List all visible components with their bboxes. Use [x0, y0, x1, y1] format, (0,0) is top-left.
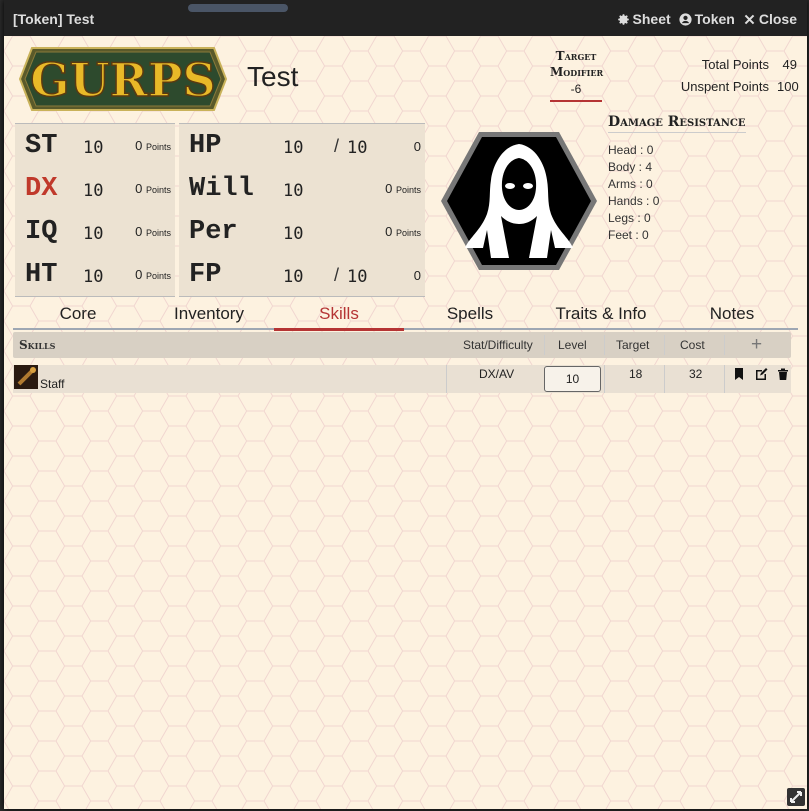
dr-arms: Arms : 0 — [608, 177, 653, 191]
skill-level-input[interactable]: 10 — [544, 366, 601, 392]
skill-stat: DX/AV — [479, 367, 515, 381]
unspent-points-value: 100 — [777, 79, 799, 94]
damage-resistance-title: Damage Resistance — [608, 114, 746, 133]
attr-per[interactable]: Per 10 0 Points — [179, 210, 425, 253]
attr-max[interactable]: 10 — [347, 138, 367, 158]
token-portrait[interactable] — [439, 130, 599, 272]
attr-iq[interactable]: IQ 10 0 Points — [15, 210, 175, 253]
attr-abbr: HP — [189, 131, 222, 161]
attr-value[interactable]: 10 — [283, 267, 303, 287]
resize-icon — [790, 791, 802, 803]
tab-inventory[interactable]: Inventory — [144, 304, 274, 328]
attr-abbr: Will — [189, 174, 254, 204]
sheet-label: Sheet — [632, 11, 671, 27]
attr-abbr: IQ — [25, 217, 58, 247]
attr-points: 0 Points — [135, 224, 171, 239]
attr-abbr: ST — [25, 131, 58, 161]
target-modifier-label-1: Target — [555, 49, 597, 63]
attr-value[interactable]: 10 — [283, 181, 303, 201]
attr-value[interactable]: 10 — [83, 267, 103, 287]
skills-section-title: Skills — [19, 338, 56, 352]
attr-dx[interactable]: DX 10 0 Points — [15, 167, 175, 210]
attr-value[interactable]: 10 — [83, 181, 103, 201]
target-modifier: Target Modifier -6 — [550, 48, 604, 102]
dr-legs: Legs : 0 — [608, 211, 651, 225]
target-modifier-value[interactable]: -6 — [550, 82, 602, 102]
attr-abbr: Per — [189, 217, 238, 247]
drag-handle[interactable] — [188, 4, 288, 12]
attr-value[interactable]: 10 — [83, 138, 103, 158]
close-button[interactable]: Close — [743, 11, 797, 27]
attr-abbr: DX — [25, 174, 58, 204]
token-button[interactable]: Token — [679, 11, 735, 27]
table-row[interactable]: Staff DX/AV 10 18 32 — [13, 365, 791, 393]
primary-attributes: ST 10 0 Points DX 10 0 Points IQ 10 0 Po… — [15, 123, 175, 297]
sheet-content: GURPS Test Target Modifier -6 Total Poin… — [4, 36, 807, 809]
character-sheet-window: [Token] Test Sheet Token Close GURPS Tes… — [4, 0, 807, 809]
close-label: Close — [758, 11, 797, 27]
attr-points: 0 Points — [385, 224, 421, 239]
points-summary: Total Points 49 Unspent Points 100 — [680, 56, 799, 100]
tab-skills[interactable]: Skills — [274, 304, 404, 331]
target-modifier-label-2: Modifier — [550, 65, 604, 79]
col-cost: Cost — [680, 338, 705, 352]
attr-max[interactable]: 10 — [347, 267, 367, 287]
dr-head: Head : 0 — [608, 143, 654, 157]
gear-icon — [617, 13, 629, 25]
attr-value[interactable]: 10 — [83, 224, 103, 244]
attr-points: 0 Points — [135, 267, 171, 282]
slash: / — [334, 265, 340, 285]
attr-points: 0 Points — [385, 181, 421, 196]
tab-notes[interactable]: Notes — [667, 304, 797, 328]
sheet-button[interactable]: Sheet — [617, 11, 671, 27]
bookmark-icon[interactable] — [732, 367, 746, 381]
trash-icon[interactable] — [776, 367, 790, 381]
token-label: Token — [694, 11, 735, 27]
attr-abbr: HT — [25, 260, 58, 290]
attr-value[interactable]: 10 — [283, 138, 303, 158]
tab-traits-info[interactable]: Traits & Info — [536, 304, 666, 328]
gurps-logo-text: GURPS — [30, 53, 215, 107]
skill-cost: 32 — [689, 367, 703, 381]
attr-value[interactable]: 10 — [283, 224, 303, 244]
attr-hp[interactable]: HP 10 / 10 0 — [179, 124, 425, 167]
tab-spells[interactable]: Spells — [405, 304, 535, 328]
window-titlebar[interactable]: [Token] Test Sheet Token Close — [4, 0, 807, 36]
skills-table-header: Skills Stat/Difficulty Level Target Cost… — [13, 332, 791, 358]
tab-core[interactable]: Core — [13, 304, 143, 328]
col-level: Level — [558, 338, 587, 352]
damage-resistance: Damage Resistance Head : 0 Body : 4 Arms… — [608, 114, 746, 245]
edit-icon[interactable] — [754, 367, 768, 381]
col-stat-difficulty: Stat/Difficulty — [463, 338, 533, 352]
unspent-points-label: Unspent Points — [680, 79, 769, 94]
window-title: [Token] Test — [13, 11, 95, 27]
skill-name[interactable]: Staff — [40, 377, 64, 391]
dr-body: Body : 4 — [608, 160, 653, 174]
dr-hands: Hands : 0 — [608, 194, 660, 208]
dr-feet: Feet : 0 — [608, 228, 649, 242]
staff-item-icon — [14, 365, 38, 389]
attr-abbr: FP — [189, 260, 222, 290]
attr-points: 0 Points — [135, 181, 171, 196]
character-name[interactable]: Test — [247, 61, 298, 93]
col-target: Target — [616, 338, 650, 352]
close-icon — [744, 14, 755, 24]
resize-handle[interactable] — [787, 788, 805, 806]
attr-extra: 0 — [413, 268, 421, 283]
attr-st[interactable]: ST 10 0 Points — [15, 124, 175, 167]
attr-points: 0 Points — [135, 138, 171, 153]
slash: / — [334, 136, 340, 156]
total-points-label: Total Points — [701, 57, 769, 72]
sheet-tabs: Core Inventory Skills Spells Traits & In… — [13, 298, 798, 331]
gurps-logo: GURPS — [18, 47, 228, 111]
user-circle-icon — [679, 12, 692, 26]
attr-fp[interactable]: FP 10 / 10 0 — [179, 253, 425, 296]
add-skill-button[interactable]: + — [751, 334, 762, 356]
attr-extra: 0 — [413, 139, 421, 154]
attr-will[interactable]: Will 10 0 Points — [179, 167, 425, 210]
total-points-value: 49 — [782, 57, 797, 72]
attr-ht[interactable]: HT 10 0 Points — [15, 253, 175, 296]
skill-target: 18 — [629, 367, 643, 381]
secondary-attributes: HP 10 / 10 0 Will 10 0 Points Per 10 0 P… — [179, 123, 425, 297]
